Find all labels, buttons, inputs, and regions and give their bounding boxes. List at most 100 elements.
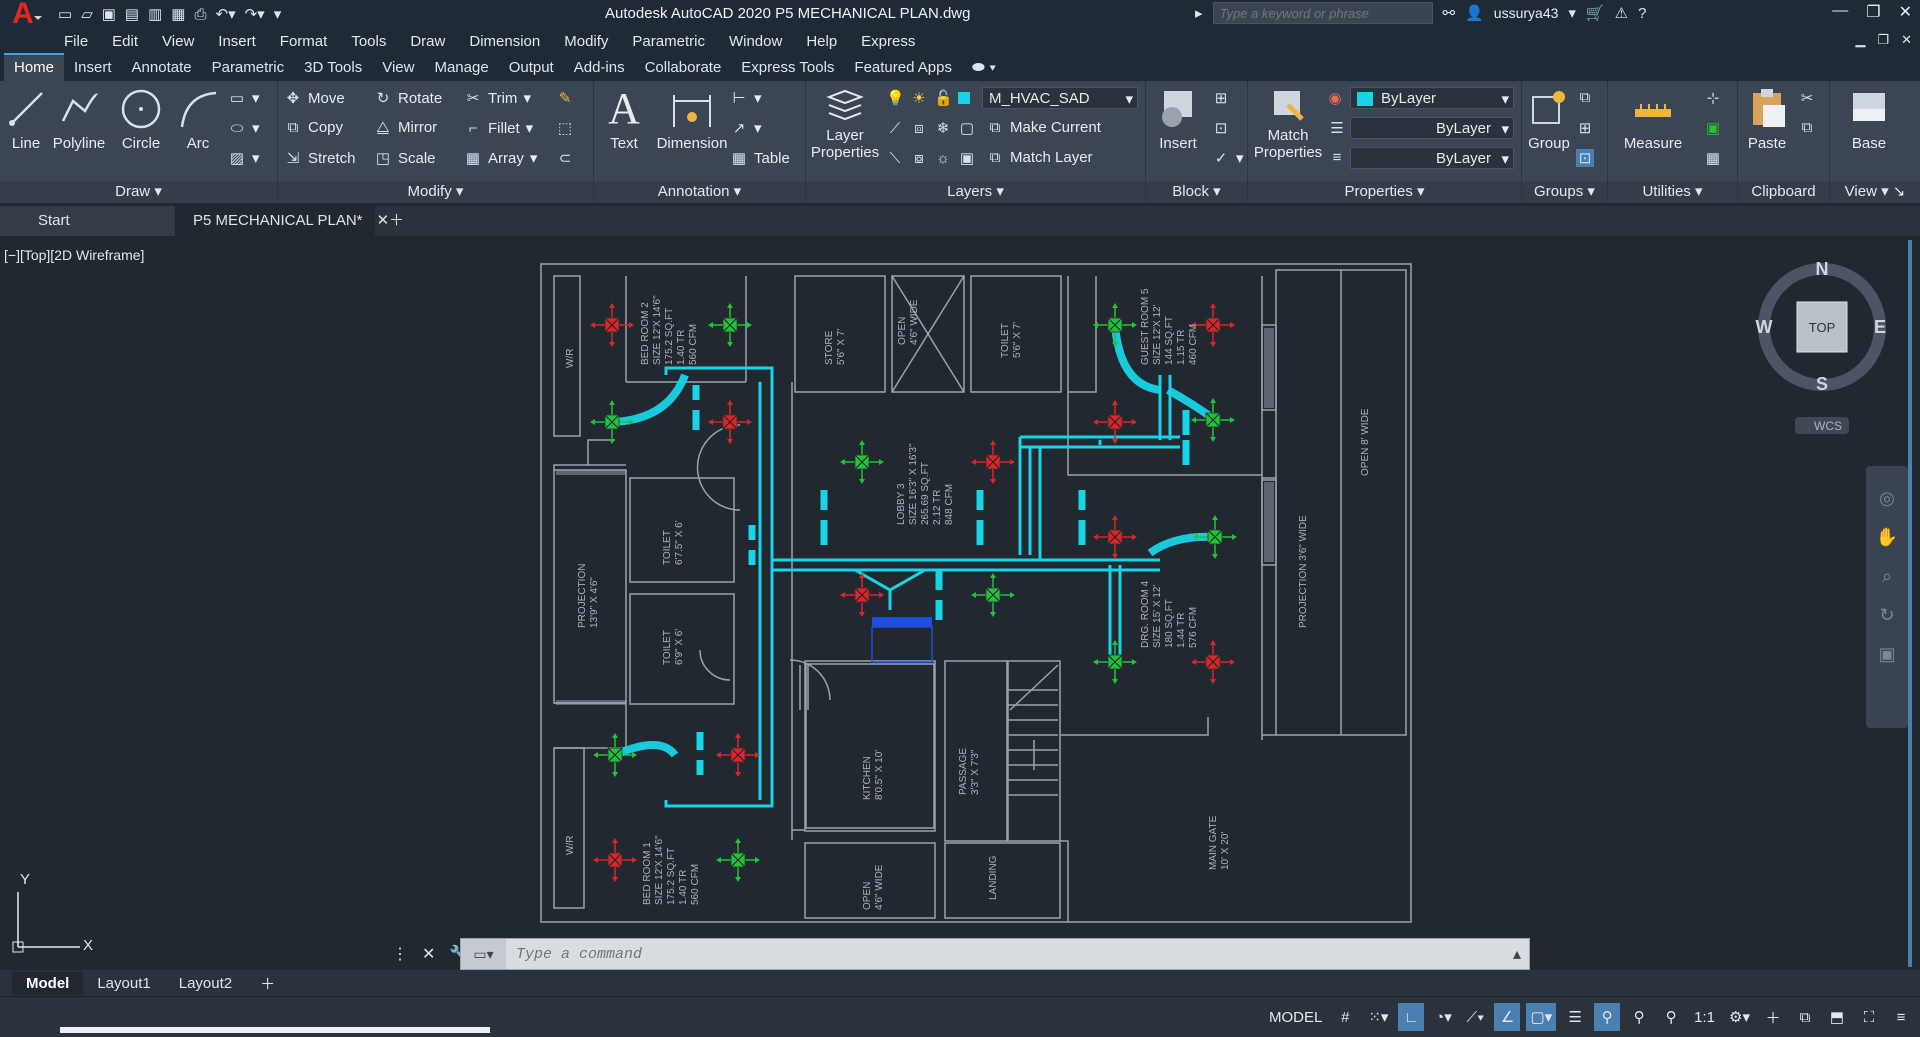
ribbon-tab-home[interactable]: Home [4, 53, 65, 81]
model-space-button[interactable]: MODEL [1265, 1003, 1326, 1031]
viewcube-west[interactable]: W [1756, 317, 1773, 337]
viewcube-south[interactable]: S [1816, 374, 1828, 394]
utilities-panel-title[interactable]: Utilities ▾ [1608, 181, 1737, 203]
zoom-icon[interactable]: ⌕ [1882, 566, 1892, 587]
color-dropdown[interactable]: ByLayer ▾ [1350, 87, 1514, 109]
command-history-icon[interactable]: ▭▾ [461, 939, 506, 969]
group-button[interactable]: Group [1526, 87, 1572, 152]
menu-edit[interactable]: Edit [112, 33, 138, 50]
ribbon-tab-insert[interactable]: Insert [64, 55, 122, 81]
object-snap-icon[interactable]: ▢▾ [1526, 1003, 1557, 1031]
annotation-scale-value[interactable]: 1:1 [1690, 1003, 1719, 1031]
isometric-icon[interactable]: ⟋▾ [1462, 1003, 1488, 1031]
supply-diffuser-icon[interactable] [840, 440, 884, 484]
menu-format[interactable]: Format [280, 33, 328, 50]
linear-dim-button[interactable]: ⊢ ▾ [730, 89, 761, 107]
edit-attributes-button[interactable]: ✓ ▾ [1212, 149, 1244, 167]
menu-tools[interactable]: Tools [351, 33, 386, 50]
ortho-icon[interactable]: ∟ [1398, 1003, 1425, 1031]
linetype-dropdown[interactable]: ByLayer ▾ [1350, 117, 1514, 139]
annotation-panel-title[interactable]: Annotation ▾ [594, 181, 805, 203]
ribbon-tab-featured-apps[interactable]: Featured Apps [844, 55, 962, 81]
linetype-icon-button[interactable]: ≡ [1328, 149, 1346, 166]
supply-diffuser-icon[interactable] [1193, 515, 1237, 559]
binoculars-icon[interactable]: ⚯ [1443, 4, 1456, 22]
copy-clip-button[interactable]: ⧉ [1798, 119, 1816, 136]
annotation-scale-icon[interactable]: ⚲ [1658, 1003, 1684, 1031]
menu-draw[interactable]: Draw [410, 33, 445, 50]
viewcube-top[interactable]: TOP [1809, 320, 1836, 335]
orbit-icon[interactable]: ↻ [1879, 605, 1894, 626]
edit-block-button[interactable]: ⊡ [1212, 119, 1230, 137]
polyline-button[interactable]: Polyline [52, 87, 106, 152]
open-from-web-icon[interactable]: ▥ [148, 5, 162, 23]
return-grille-icon[interactable] [590, 303, 634, 347]
new-layout-icon[interactable]: ＋ [246, 970, 289, 997]
save-as-icon[interactable]: ▤ [125, 5, 139, 23]
ribbon-tab-manage[interactable]: Manage [424, 55, 498, 81]
customize-qat-icon[interactable]: ▾ [274, 5, 282, 23]
close-icon[interactable]: ✕ [1899, 2, 1912, 22]
ribbon-tab-collaborate[interactable]: Collaborate [635, 55, 732, 81]
draw-panel-title[interactable]: Draw ▾ [0, 181, 277, 203]
copy-button[interactable]: ⧉ Copy [284, 119, 343, 136]
move-button[interactable]: ✥ Move [284, 89, 345, 108]
command-input[interactable] [506, 939, 1513, 969]
tab-layout2[interactable]: Layout2 [165, 972, 246, 995]
lineweight-display-icon[interactable]: ☰ [1562, 1003, 1588, 1031]
snap-icon[interactable]: ⁙▾ [1364, 1003, 1392, 1031]
search-expand-icon[interactable]: ▸ [1195, 4, 1203, 22]
wcs-menu[interactable]: WCS [1814, 419, 1842, 433]
command-close-icon[interactable]: ✕ [422, 944, 435, 964]
color-wheel-button[interactable]: ◉ [1326, 89, 1344, 107]
command-grip-icon[interactable]: ⋮ [392, 944, 408, 964]
ribbon-minimize-icon[interactable]: ⬬ ▾ [962, 55, 1006, 81]
user-dropdown-icon[interactable]: ▾ [1568, 4, 1576, 22]
menu-modify[interactable]: Modify [564, 33, 608, 50]
customization-icon[interactable]: ≡ [1888, 1003, 1914, 1031]
clipboard-panel-title[interactable]: Clipboard [1738, 181, 1829, 203]
properties-panel-title[interactable]: Properties ▾ [1248, 181, 1521, 203]
new-tab-icon[interactable]: ＋ [375, 206, 418, 236]
supply-diffuser-icon[interactable] [1093, 640, 1137, 684]
explode-button[interactable]: ⬚ [556, 119, 574, 137]
group-edit-button[interactable]: ⊞ [1576, 119, 1594, 137]
ribbon-tab-parametric[interactable]: Parametric [202, 55, 295, 81]
save-icon[interactable]: ▣ [102, 5, 116, 23]
leader-button[interactable]: ↗ ▾ [730, 119, 762, 137]
trim-button[interactable]: ✂ Trim ▾ [464, 89, 531, 108]
line-button[interactable]: Line [4, 87, 48, 152]
modify-panel-title[interactable]: Modify ▾ [278, 181, 593, 203]
make-current-button[interactable]: ⧉ Make Current [986, 119, 1101, 136]
grid-icon[interactable]: # [1332, 1003, 1358, 1031]
dimension-button[interactable]: Dimension [654, 87, 730, 152]
menu-help[interactable]: Help [806, 33, 837, 50]
text-button[interactable]: A Text [604, 87, 644, 153]
return-grille-icon[interactable] [840, 573, 884, 617]
supply-diffuser-icon[interactable] [590, 400, 634, 444]
annotation-monitor-icon[interactable]: ＋ [1760, 1003, 1786, 1031]
units-icon[interactable]: ⧉ [1792, 1003, 1818, 1031]
tab-model[interactable]: Model [12, 971, 84, 995]
tab-layout1[interactable]: Layout1 [83, 972, 164, 995]
save-to-web-icon[interactable]: ▦ [171, 5, 185, 23]
supply-diffuser-icon[interactable] [1093, 303, 1137, 347]
hatch-button[interactable]: ▨ ▾ [228, 149, 260, 167]
supply-diffuser-icon[interactable] [716, 838, 760, 882]
match-layer-button[interactable]: ⧉ Match Layer [986, 149, 1093, 166]
auto-scale-icon[interactable]: ⚲ [1626, 1003, 1652, 1031]
viewcube-east[interactable]: E [1874, 317, 1886, 337]
restore-icon[interactable]: ❐ [1866, 2, 1880, 22]
return-grille-icon[interactable] [708, 400, 752, 444]
calculator-button[interactable]: ▦ [1704, 149, 1722, 167]
doc-close-icon[interactable]: ✕ [1901, 32, 1912, 48]
autocad-logo-icon[interactable]: A [0, 0, 46, 30]
search-input[interactable] [1212, 2, 1433, 24]
cut-button[interactable]: ✂ [1798, 89, 1816, 107]
scale-button[interactable]: ◳ Scale [374, 149, 436, 168]
layer-tools-row-2[interactable]: ⟋ ⧈ ❄ ▢ [886, 119, 976, 138]
ribbon-tab-view[interactable]: View [372, 55, 424, 81]
doc-restore-icon[interactable]: ❐ [1877, 32, 1889, 48]
ribbon-tab-annotate[interactable]: Annotate [122, 55, 202, 81]
base-button[interactable]: Base [1844, 87, 1894, 152]
